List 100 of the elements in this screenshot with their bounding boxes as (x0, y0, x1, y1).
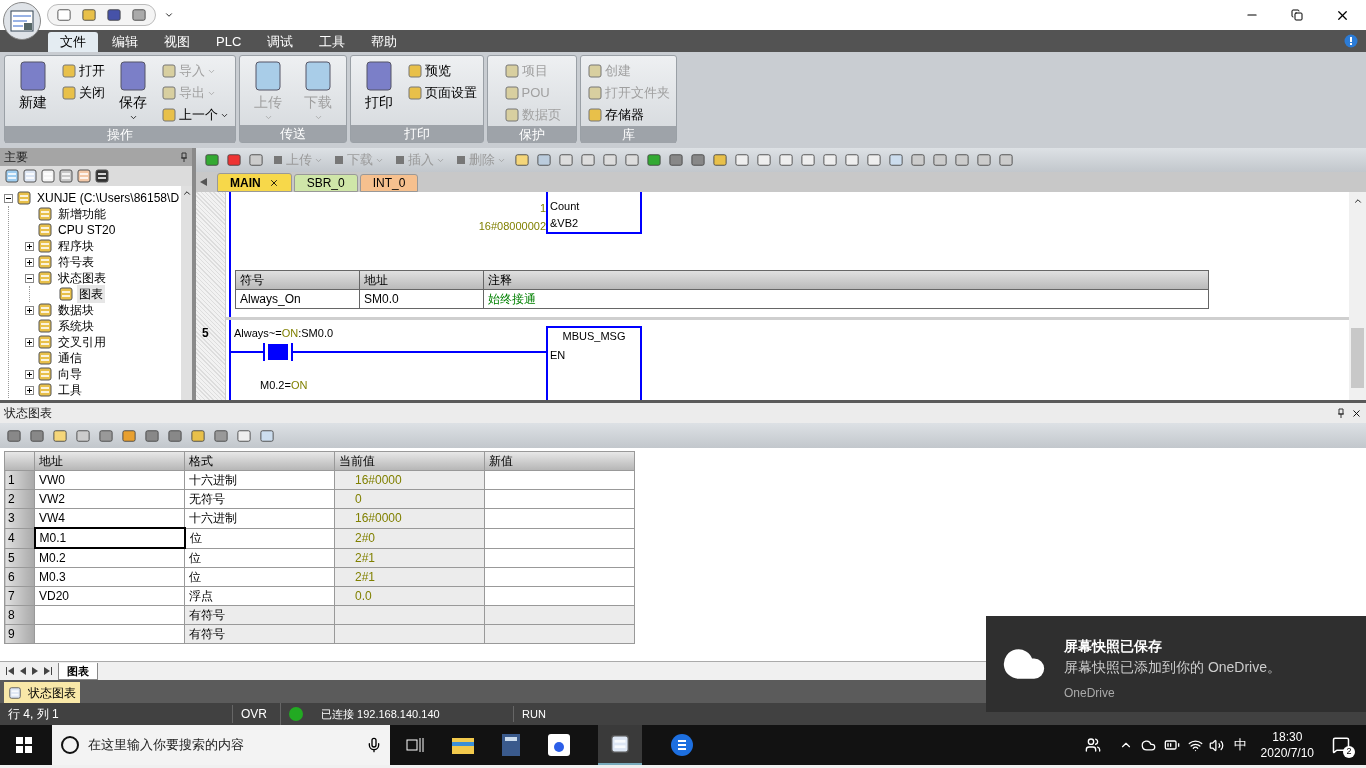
group-title: 传送 (240, 125, 346, 142)
scrollbar[interactable] (1349, 192, 1366, 400)
ribbon-button[interactable]: 保存 (111, 60, 155, 126)
address-cell[interactable]: VW0 (34, 470, 185, 490)
editor-tab[interactable]: MAIN (217, 173, 292, 192)
search-field[interactable]: 在这里输入你要搜索的内容 (52, 725, 390, 765)
scroll-up-icon[interactable] (1352, 196, 1363, 206)
tree-item[interactable]: 符号表 (56, 253, 96, 271)
tree-item[interactable]: 通信 (56, 349, 84, 367)
expand-icon[interactable] (25, 369, 34, 379)
expand-icon[interactable] (25, 257, 34, 267)
menu-tab[interactable]: 工具 (307, 32, 358, 52)
tree-item[interactable]: 程序块 (56, 237, 96, 255)
previous-sheet-icon[interactable] (20, 667, 26, 675)
table-cell: 位 (184, 548, 335, 568)
tree-item[interactable]: 数据块 (56, 301, 96, 319)
input-value: 1 (539, 201, 546, 216)
expand-icon[interactable] (25, 305, 34, 315)
square-icon (407, 85, 423, 101)
document-tab[interactable]: 状态图表 (4, 682, 80, 703)
pin-label: &VB2 (550, 216, 580, 231)
tree-item[interactable]: 向导 (56, 365, 84, 383)
microphone-icon[interactable] (366, 737, 382, 753)
square-icon (333, 154, 345, 166)
editor-tab[interactable]: SBR_0 (293, 174, 358, 192)
menu-tab[interactable]: 编辑 (100, 32, 150, 52)
first-sheet-icon[interactable] (6, 667, 14, 675)
address-cell[interactable]: VW2 (34, 489, 185, 509)
pin-icon[interactable] (1337, 408, 1345, 418)
tree-item[interactable]: 系统块 (56, 317, 96, 335)
scrollbar[interactable] (181, 186, 192, 400)
ribbon-button[interactable]: 上一个 (161, 104, 229, 126)
next-sheet-icon[interactable] (32, 667, 38, 675)
clock[interactable]: 18:30 2020/7/10 (1260, 729, 1314, 761)
tree-item[interactable]: 工具 (56, 381, 84, 399)
menu-tab[interactable]: PLC (204, 32, 254, 52)
editor-tab[interactable]: INT_0 (359, 174, 419, 192)
input-method[interactable]: 中 (1233, 735, 1247, 755)
customize-icon[interactable] (164, 10, 174, 20)
tree-node-icon (37, 302, 53, 318)
wifi-icon[interactable] (1187, 737, 1203, 753)
expand-icon[interactable] (25, 337, 34, 347)
task-view-icon[interactable] (406, 737, 424, 753)
address-cell[interactable]: VD20 (34, 586, 185, 606)
notifications-icon[interactable] (1332, 736, 1350, 754)
volume-icon[interactable] (1208, 737, 1224, 753)
sheet-tab[interactable]: 图表 (58, 662, 98, 680)
square-icon (302, 60, 334, 92)
table-cell: 十六进制 (184, 470, 335, 490)
battery-icon[interactable] (1163, 737, 1180, 753)
close-icon[interactable] (1351, 407, 1362, 419)
ribbon-button[interactable]: 关闭 (61, 82, 105, 104)
menu-tab[interactable]: 视图 (152, 32, 202, 52)
scroll-up-icon[interactable] (181, 188, 192, 198)
tree-item[interactable]: 交叉引用 (56, 333, 108, 351)
notification-toast[interactable]: 屏幕快照已保存 屏幕快照已添加到你的 OneDrive。 OneDrive (986, 616, 1366, 712)
windows-start-icon[interactable] (16, 737, 32, 753)
ribbon-button[interactable]: 预览 (407, 60, 477, 82)
tree-item[interactable]: 新增功能 (56, 205, 108, 223)
tree-item[interactable]: CPU ST20 (56, 221, 118, 239)
expand-icon[interactable] (25, 241, 34, 251)
scrollbar-thumb[interactable] (1351, 328, 1364, 388)
search-input[interactable]: 在这里输入你要搜索的内容 (88, 735, 358, 755)
ribbon-button[interactable]: 打印 (357, 60, 401, 125)
restore-icon[interactable] (1291, 9, 1303, 21)
address-cell[interactable] (34, 605, 185, 625)
address-cell[interactable]: M0.3 (34, 567, 185, 587)
collapse-icon[interactable] (25, 273, 34, 283)
expand-icon[interactable] (25, 385, 34, 395)
ribbon-button[interactable]: 打开 (61, 60, 105, 82)
square-icon (503, 107, 520, 123)
tree-item[interactable]: XUNJE (C:\Users\86158\D (35, 189, 182, 207)
contact-label: Always~=ON:SM0.0 (234, 326, 335, 341)
ribbon-button[interactable]: 页面设置 (407, 82, 477, 104)
square-icon (587, 107, 603, 123)
help-icon[interactable] (1344, 34, 1358, 48)
cloud-icon[interactable] (1140, 737, 1156, 753)
tree-node-icon (37, 254, 53, 270)
ribbon-button[interactable]: 新建 (11, 60, 55, 126)
people-icon[interactable] (1084, 737, 1101, 753)
tree-node-icon (37, 334, 53, 350)
tree-item[interactable]: 状态图表 (56, 269, 108, 287)
contact-label: M0.2=ON (260, 377, 309, 393)
menu-tab[interactable]: 调试 (255, 32, 306, 52)
scroll-left-icon[interactable] (200, 178, 207, 186)
address-cell[interactable] (34, 624, 185, 644)
mode-indicator: OVR (232, 705, 272, 723)
menu-tab[interactable]: 文件 (48, 32, 98, 52)
address-cell[interactable]: M0.2 (34, 548, 185, 568)
close-icon[interactable] (268, 177, 279, 188)
panel-title: 状态图表 (4, 405, 52, 422)
menu-tab[interactable]: 帮助 (359, 32, 410, 52)
pin-label: Count (550, 199, 581, 214)
tree-item[interactable]: 图表 (77, 285, 105, 303)
ribbon-button[interactable]: 存储器 (587, 104, 670, 126)
collapse-icon[interactable] (4, 193, 13, 203)
pin-icon[interactable] (180, 152, 188, 162)
last-sheet-icon[interactable] (44, 667, 52, 675)
column-header: 注释 (483, 270, 1209, 290)
address-cell[interactable]: M0.1 (34, 528, 185, 548)
